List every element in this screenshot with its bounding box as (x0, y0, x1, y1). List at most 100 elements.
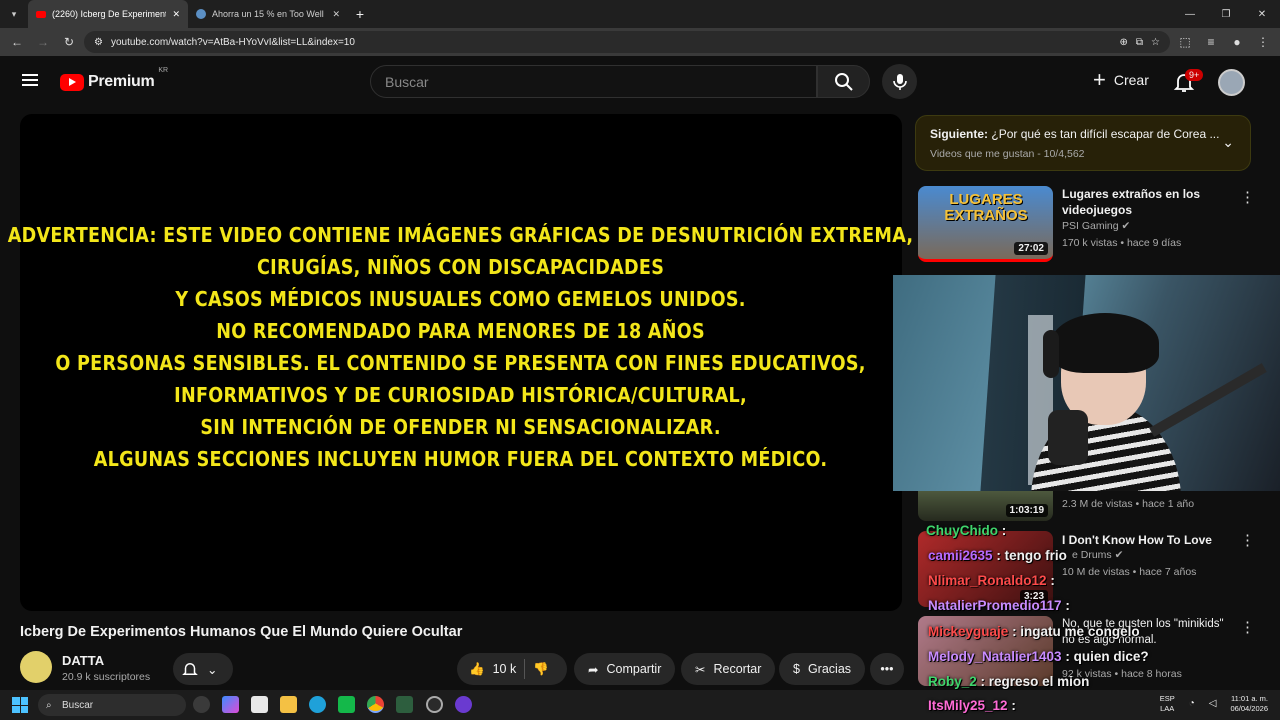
video-meta: 170 k vistas • hace 9 días (1062, 237, 1182, 249)
volume-icon[interactable]: ◁ (1209, 699, 1217, 709)
like-button[interactable]: 👍 10 k (469, 662, 516, 677)
create-label: Crear (1113, 72, 1149, 88)
youtube-premium-logo[interactable]: Premium KR (60, 67, 168, 91)
more-icon: ••• (880, 662, 894, 676)
zoom-icon[interactable]: ⊕ (1120, 37, 1128, 48)
edge-icon[interactable] (309, 696, 326, 713)
chat-user: Melody_Natalier1403 (928, 649, 1062, 664)
extensions-icon[interactable]: ⬚ (1174, 35, 1196, 49)
more-options-icon[interactable]: ⋮ (1240, 531, 1255, 549)
windows-start-icon[interactable] (12, 697, 28, 713)
hamburger-menu-icon[interactable] (22, 74, 38, 86)
minimize-icon[interactable]: — (1172, 0, 1208, 28)
create-button[interactable]: + Crear (1093, 69, 1149, 91)
chat-text: : (1001, 523, 1007, 538)
video-duration: 1:03:19 (1005, 504, 1048, 517)
bookmark-star-icon[interactable]: ☆ (1151, 37, 1160, 48)
thumbs-up-icon: 👍 (469, 661, 485, 676)
dislike-button[interactable]: 👎 (533, 662, 549, 677)
url-field[interactable]: ⚙ youtube.com/watch?v=AtBa-HYoVvI&list=L… (84, 31, 1170, 53)
chat-user: Mickeyguaje (928, 624, 1009, 639)
close-tab-icon[interactable]: ✕ (172, 9, 180, 20)
store-icon[interactable] (251, 696, 268, 713)
video-player[interactable]: ADVERTENCIA: ESTE VIDEO CONTIENE IMÁGENE… (8, 114, 914, 611)
system-tray[interactable]: ESP LAA ◔ ◁ 11:01 a. m. 06/04/2026 (1160, 694, 1268, 714)
warning-line: ALGUNAS SECCIONES INCLUYEN HUMOR FUERA D… (94, 446, 828, 471)
like-count: 10 k (492, 662, 517, 676)
maximize-icon[interactable]: ❐ (1208, 0, 1244, 28)
more-options-icon[interactable]: ⋮ (1240, 618, 1255, 636)
url-text: youtube.com/watch?v=AtBa-HYoVvI&list=LL&… (110, 36, 355, 48)
video-title: Lugares extraños en los videojuegos (1062, 187, 1201, 217)
channel-label: PSI Gaming (1062, 220, 1119, 232)
share-icon: ➦ (588, 662, 599, 677)
app-icon[interactable] (455, 696, 472, 713)
youtube-header: Premium KR Buscar + Crear 9+ (0, 56, 1270, 108)
channel-avatar[interactable] (20, 651, 52, 683)
clock[interactable]: 11:01 a. m. 06/04/2026 (1230, 694, 1268, 714)
subscription-bell-button[interactable]: ⌄ (173, 653, 233, 685)
clip-label: Recortar (713, 662, 762, 676)
close-window-icon[interactable]: ✕ (1244, 0, 1280, 28)
copilot-icon[interactable] (222, 696, 239, 713)
tab-steam[interactable]: Ahorra un 15 % en Too Well Hi ✕ (188, 0, 348, 28)
steam-favicon-icon (196, 9, 206, 19)
video-thumbnail[interactable]: 3:23 (918, 531, 1053, 607)
close-tab-icon[interactable]: ✕ (332, 9, 340, 20)
expand-chevron-icon[interactable]: ⌄ (1222, 134, 1234, 151)
chat-message: Nlimar_Ronaldo12 : (928, 573, 1055, 588)
taskbar-search[interactable]: ⌕ Buscar (38, 694, 186, 716)
address-bar: ← → ↻ ⚙ youtube.com/watch?v=AtBa-HYoVvI&… (0, 28, 1280, 56)
profile-icon[interactable]: ● (1226, 35, 1248, 49)
back-icon[interactable]: ← (6, 35, 28, 49)
channel-name: e Drums ✔ (1072, 549, 1123, 561)
warning-line: CIRUGÍAS, NIÑOS CON DISCAPACIDADES (257, 254, 665, 279)
chat-text: : tengo frio (996, 548, 1067, 563)
more-actions-button[interactable]: ••• (870, 653, 904, 685)
chat-message: ChuyChido : (926, 523, 1006, 538)
tab-title: (2260) Icberg De Experimentos (52, 9, 167, 19)
chat-text: : (1065, 598, 1070, 613)
tab-youtube[interactable]: (2260) Icberg De Experimentos ✕ (28, 0, 188, 28)
thanks-button[interactable]: $ Gracias (779, 653, 866, 685)
scissors-icon: ✂ (695, 662, 706, 677)
reload-icon[interactable]: ↻ (58, 35, 80, 49)
webcam-overlay (893, 275, 1280, 491)
account-avatar[interactable] (1218, 69, 1245, 96)
video-title: Icberg De Experimentos Humanos Que El Mu… (20, 624, 463, 640)
app-icon[interactable] (338, 696, 355, 713)
list-item[interactable]: 1:03:19 2.3 M de vistas • hace 1 año ⋮ (918, 481, 1268, 523)
media-control-icon[interactable]: ≡ (1200, 35, 1222, 49)
search-input[interactable]: Buscar (370, 65, 817, 98)
clip-button[interactable]: ✂ Recortar (681, 653, 776, 685)
steam-icon[interactable] (426, 696, 443, 713)
new-tab-button[interactable]: + (348, 6, 372, 22)
chat-text: : (1050, 573, 1055, 588)
language-indicator[interactable]: ESP LAA (1160, 694, 1175, 714)
notification-count-badge: 9+ (1185, 69, 1204, 81)
chat-user: Roby_2 (928, 674, 977, 689)
bell-icon (182, 663, 198, 675)
chrome-icon[interactable] (367, 696, 384, 713)
video-title: I Don't Know How To Love (1062, 533, 1212, 547)
app-icon[interactable] (396, 696, 413, 713)
channel-name[interactable]: DATTA (62, 653, 104, 668)
share-button[interactable]: ➦ Compartir (574, 653, 676, 685)
tab-list-button[interactable]: ▾ (0, 9, 28, 20)
search-button[interactable] (817, 65, 870, 98)
site-info-icon[interactable]: ⚙ (94, 37, 103, 48)
video-thumbnail[interactable]: LUGARES EXTRAÑOS 27:02 (918, 186, 1053, 262)
install-icon[interactable]: ⧉ (1136, 37, 1143, 48)
more-options-icon[interactable]: ⋮ (1240, 188, 1255, 206)
forward-icon[interactable]: → (32, 35, 54, 49)
clock-date: 06/04/2026 (1230, 704, 1268, 713)
voice-search-button[interactable] (882, 64, 917, 99)
app-icon[interactable] (193, 696, 210, 713)
wifi-icon[interactable]: ◔ (1189, 699, 1195, 709)
channel-name: PSI Gaming ✔ (1062, 220, 1130, 232)
file-explorer-icon[interactable] (280, 696, 297, 713)
playlist-up-next[interactable]: Siguiente: ¿Por qué es tan difícil escap… (915, 115, 1251, 171)
chat-text: : quien dice? (1065, 649, 1149, 664)
list-item[interactable]: LUGARES EXTRAÑOS 27:02 Lugares extraños … (918, 186, 1268, 266)
browser-menu-icon[interactable]: ⋮ (1252, 35, 1274, 49)
